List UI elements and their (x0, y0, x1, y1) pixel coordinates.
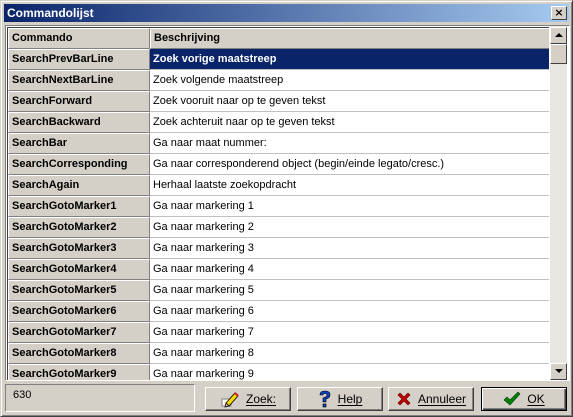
description-cell[interactable]: Zoek volgende maatstreep (150, 70, 549, 91)
table-row[interactable]: SearchGotoMarker5 Ga naar markering 5 (8, 280, 549, 301)
cancel-button[interactable]: Annuleer (388, 387, 474, 411)
command-cell[interactable]: SearchGotoMarker1 (8, 196, 150, 217)
green-check-icon (503, 391, 521, 407)
command-cell[interactable]: SearchPrevBarLine (8, 49, 150, 70)
command-cell[interactable]: SearchBar (8, 133, 150, 154)
table-row[interactable]: SearchBar Ga naar maat nummer: (8, 133, 549, 154)
command-list-window: Commandolijst × Commando Beschrijving Se… (0, 0, 573, 417)
table-row[interactable]: SearchGotoMarker7 Ga naar markering 7 (8, 322, 549, 343)
description-cell[interactable]: Ga naar maat nummer: (150, 133, 549, 154)
description-cell[interactable]: Ga naar markering 7 (150, 322, 549, 343)
table-row[interactable]: SearchGotoMarker8 Ga naar markering 8 (8, 343, 549, 364)
description-cell[interactable]: Herhaal laatste zoekopdracht (150, 175, 549, 196)
grid-header: Commando Beschrijving (8, 28, 549, 49)
command-cell[interactable]: SearchForward (8, 91, 150, 112)
table-row[interactable]: SearchGotoMarker4 Ga naar markering 4 (8, 259, 549, 280)
red-x-icon (396, 391, 412, 407)
command-cell[interactable]: SearchGotoMarker9 (8, 364, 150, 380)
arrow-down-icon (555, 369, 563, 373)
ok-button[interactable]: OK (481, 387, 567, 411)
description-cell[interactable]: Zoek achteruit naar op te geven tekst (150, 112, 549, 133)
column-header-command[interactable]: Commando (8, 28, 150, 49)
search-button[interactable]: Zoek: (205, 387, 291, 411)
ok-button-label: OK (527, 392, 545, 406)
close-button[interactable]: × (551, 6, 567, 20)
window-title: Commandolijst (7, 6, 94, 20)
table-row[interactable]: SearchBackward Zoek achteruit naar op te … (8, 112, 549, 133)
description-cell[interactable]: Ga naar corresponderend object (begin/ei… (150, 154, 549, 175)
table-row[interactable]: SearchNextBarLine Zoek volgende maatstree… (8, 70, 549, 91)
table-row[interactable]: SearchGotoMarker2 Ga naar markering 2 (8, 217, 549, 238)
cancel-button-label: Annuleer (417, 392, 467, 406)
table-row[interactable]: SearchAgain Herhaal laatste zoekopdracht (8, 175, 549, 196)
title-bar[interactable]: Commandolijst × (4, 4, 569, 22)
description-cell[interactable]: Ga naar markering 9 (150, 364, 549, 380)
help-button-label: Help (337, 392, 363, 406)
description-cell[interactable]: Zoek vooruit naar op te geven tekst (150, 91, 549, 112)
search-button-label: Zoek: (245, 392, 276, 406)
table-row[interactable]: SearchCorresponding Ga naar correspondere… (8, 154, 549, 175)
command-cell[interactable]: SearchGotoMarker7 (8, 322, 150, 343)
command-cell[interactable]: SearchGotoMarker5 (8, 280, 150, 301)
command-cell[interactable]: SearchGotoMarker3 (8, 238, 150, 259)
description-cell[interactable]: Ga naar markering 2 (150, 217, 549, 238)
arrow-up-icon (555, 33, 563, 37)
vertical-scrollbar[interactable] (550, 26, 567, 380)
table-row[interactable]: SearchGotoMarker1 Ga naar markering 1 (8, 196, 549, 217)
table-row[interactable]: SearchForward Zoek vooruit naar op te gev… (8, 91, 549, 112)
command-cell[interactable]: SearchGotoMarker8 (8, 343, 150, 364)
table-row[interactable]: SearchGotoMarker6 Ga naar markering 6 (8, 301, 549, 322)
close-icon: × (554, 6, 564, 19)
description-cell[interactable]: Ga naar markering 3 (150, 238, 549, 259)
description-cell[interactable]: Ga naar markering 4 (150, 259, 549, 280)
help-button[interactable]: Help (297, 387, 383, 411)
grid-body: Commando Beschrijving SearchPrevBarLine Z… (7, 27, 549, 380)
command-cell[interactable]: SearchGotoMarker6 (8, 301, 150, 322)
description-cell[interactable]: Zoek vorige maatstreep (150, 49, 549, 70)
command-cell[interactable]: SearchAgain (8, 175, 150, 196)
description-cell[interactable]: Ga naar markering 1 (150, 196, 549, 217)
command-cell[interactable]: SearchBackward (8, 112, 150, 133)
scroll-down-button[interactable] (550, 363, 567, 380)
description-cell[interactable]: Ga naar markering 6 (150, 301, 549, 322)
description-cell[interactable]: Ga naar markering 8 (150, 343, 549, 364)
description-cell[interactable]: Ga naar markering 5 (150, 280, 549, 301)
table-row[interactable]: SearchGotoMarker3 Ga naar markering 3 (8, 238, 549, 259)
command-cell[interactable]: SearchNextBarLine (8, 70, 150, 91)
command-grid: Commando Beschrijving SearchPrevBarLine Z… (5, 25, 570, 381)
command-cell[interactable]: SearchCorresponding (8, 154, 150, 175)
column-header-description[interactable]: Beschrijving (150, 28, 549, 49)
scroll-thumb[interactable] (550, 44, 567, 64)
command-cell[interactable]: SearchGotoMarker2 (8, 217, 150, 238)
command-cell[interactable]: SearchGotoMarker4 (8, 259, 150, 280)
grid-rows: SearchPrevBarLine Zoek vorige maatstreep S… (8, 49, 549, 380)
scroll-up-button[interactable] (550, 27, 567, 44)
table-row[interactable]: SearchGotoMarker9 Ga naar markering 9 (8, 364, 549, 380)
command-count: 630 (5, 384, 195, 412)
question-mark-icon (318, 390, 332, 408)
table-row[interactable]: SearchPrevBarLine Zoek vorige maatstreep (8, 49, 549, 70)
pencil-search-icon (220, 390, 240, 408)
